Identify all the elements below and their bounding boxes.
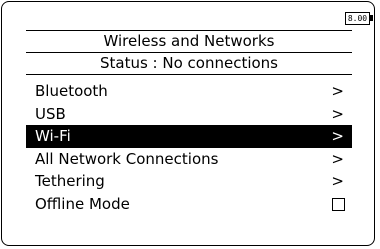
chevron-right-icon: > bbox=[331, 149, 344, 168]
menu-item-wifi[interactable]: Wi-Fi > bbox=[26, 125, 352, 148]
menu-item-bluetooth[interactable]: Bluetooth > bbox=[26, 80, 352, 103]
offline-mode-checkbox[interactable] bbox=[332, 197, 345, 211]
battery-text: 8.00 bbox=[347, 14, 368, 23]
chevron-right-icon: > bbox=[331, 127, 344, 146]
menu-item-offline-mode[interactable]: Offline Mode bbox=[26, 193, 352, 216]
chevron-right-icon: > bbox=[331, 82, 344, 100]
menu-item-tethering[interactable]: Tethering > bbox=[26, 170, 352, 193]
header-bottom-divider bbox=[26, 74, 352, 75]
chevron-right-icon: > bbox=[331, 172, 344, 191]
menu-item-label: Tethering bbox=[35, 172, 105, 191]
menu-item-usb[interactable]: USB > bbox=[26, 103, 352, 126]
battery-tip-icon bbox=[370, 15, 373, 21]
menu-item-label: All Network Connections bbox=[35, 149, 219, 168]
network-menu: Bluetooth > USB > Wi-Fi > All Network Co… bbox=[26, 80, 352, 216]
page-title: Wireless and Networks bbox=[103, 32, 275, 50]
chevron-right-icon: > bbox=[331, 104, 344, 123]
menu-item-all-network-connections[interactable]: All Network Connections > bbox=[26, 148, 352, 171]
battery-indicator: 8.00 bbox=[345, 12, 370, 25]
menu-item-label: Wi-Fi bbox=[35, 127, 71, 146]
menu-item-label: Bluetooth bbox=[35, 82, 108, 100]
menu-item-label: Offline Mode bbox=[35, 194, 130, 213]
menu-item-label: USB bbox=[35, 104, 66, 123]
connection-status: Status : No connections bbox=[99, 54, 278, 72]
